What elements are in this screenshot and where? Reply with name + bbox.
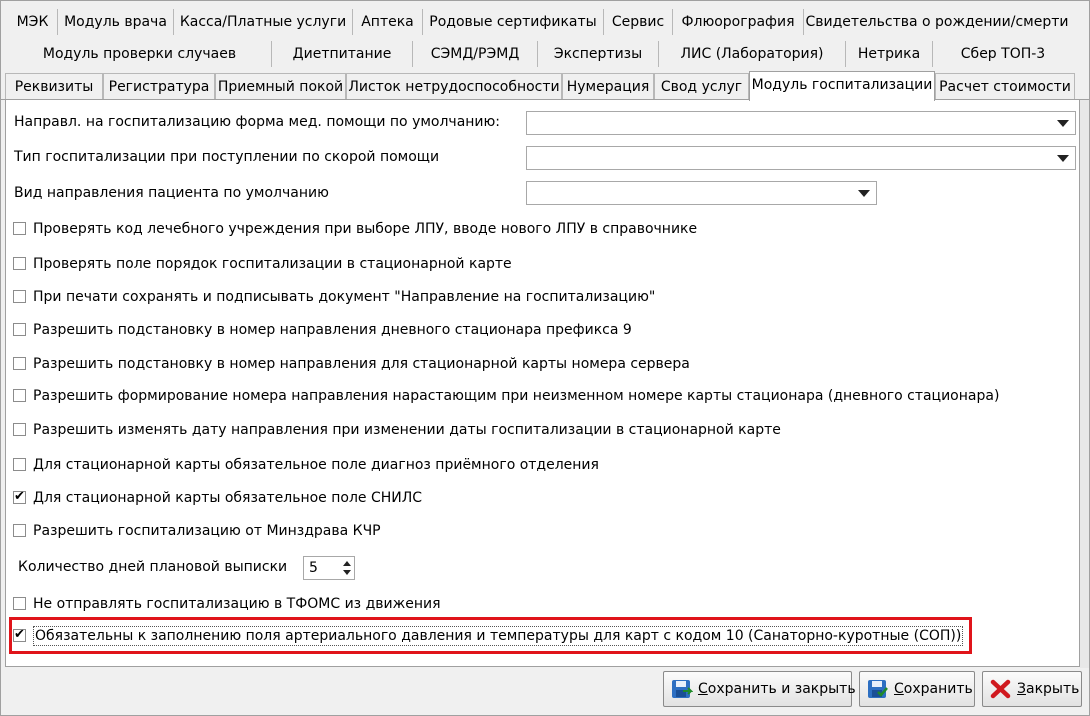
- option-checkbox-label: Для стационарной карты обязательное поле…: [33, 490, 423, 506]
- combo-label-referral-kind: Вид направления пациента по умолчанию: [14, 185, 329, 201]
- planned-days-spinner[interactable]: 5: [303, 556, 355, 580]
- tab-requisites[interactable]: Реквизиты: [5, 73, 103, 100]
- tab-birth-death-certificates[interactable]: Свидетельства о рождении/смерти: [804, 9, 1070, 35]
- option-checkbox[interactable]: [13, 524, 26, 537]
- option-checkbox[interactable]: [13, 423, 26, 436]
- hospitalization-type-select[interactable]: [526, 146, 1076, 170]
- chevron-down-icon[interactable]: [1057, 120, 1069, 127]
- referral-kind-select[interactable]: [526, 181, 877, 205]
- save-and-close-label: Сохранить и закрыть: [698, 681, 856, 697]
- tab-case-check[interactable]: Модуль проверки случаев: [8, 41, 272, 67]
- save-icon: [868, 680, 888, 698]
- tab-expertise[interactable]: Экспертизы: [538, 41, 659, 67]
- tab-lis[interactable]: ЛИС (Лаборатория): [659, 41, 846, 67]
- tab-diet[interactable]: Диетпитание: [272, 41, 413, 67]
- tab-fluorography[interactable]: Флюорография: [673, 9, 804, 35]
- spin-down-icon[interactable]: [343, 570, 351, 575]
- option-checkbox[interactable]: ✔: [13, 489, 26, 504]
- bp-checkbox-label: Обязательны к заполнению поля артериальн…: [33, 626, 964, 646]
- option-checkbox-label: Разрешить подстановку в номер направлени…: [33, 356, 690, 372]
- option-checkbox[interactable]: [13, 357, 26, 370]
- combo-label-referral-form: Направл. на госпитализацию форма мед. по…: [14, 114, 501, 130]
- option-checkbox[interactable]: [13, 257, 26, 270]
- tab-birth-certificates[interactable]: Родовые сертификаты: [423, 9, 604, 35]
- tab-doctor-module[interactable]: Модуль врача: [58, 9, 174, 35]
- option-checkbox-label: Проверять поле порядок госпитализации в …: [33, 256, 512, 272]
- save-and-close-button[interactable]: Сохранить и закрыть: [663, 671, 856, 707]
- tab-sick-leave[interactable]: Листок нетрудоспособности: [346, 73, 562, 100]
- option-checkbox[interactable]: [13, 323, 26, 336]
- close-icon: [990, 679, 1011, 699]
- option-checkbox-label: Разрешить подстановку в номер направлени…: [33, 322, 632, 338]
- bp-checkbox[interactable]: ✔: [13, 627, 26, 642]
- check-mark-icon: ✔: [14, 627, 25, 642]
- option-checkbox[interactable]: [13, 290, 26, 303]
- save-label: Сохранить: [894, 681, 973, 697]
- chevron-down-icon[interactable]: [858, 190, 870, 197]
- tab-cashier[interactable]: Касса/Платные услуги: [174, 9, 353, 35]
- tab-cost-calculation[interactable]: Расчет стоимости: [935, 73, 1075, 100]
- option-checkbox[interactable]: [13, 389, 26, 402]
- tab-sber-top3[interactable]: Сбер ТОП-3: [933, 41, 1073, 67]
- tfoms-checkbox[interactable]: [13, 597, 26, 610]
- option-checkbox-label: Для стационарной карты обязательное поле…: [33, 457, 599, 473]
- option-checkbox-label: Разрешить формирование номера направлени…: [33, 388, 1000, 404]
- save-button[interactable]: Сохранить: [859, 671, 975, 707]
- tfoms-checkbox-label: Не отправлять госпитализацию в ТФОМС из …: [33, 596, 441, 612]
- close-label: Закрыть: [1017, 681, 1080, 697]
- tab-netrika[interactable]: Нетрика: [846, 41, 933, 67]
- option-checkbox-label: При печати сохранять и подписывать докум…: [33, 289, 656, 305]
- option-checkbox-label: Разрешить госпитализацию от Минздрава КЧ…: [33, 523, 381, 539]
- save-close-icon: [672, 680, 693, 698]
- tab-reception[interactable]: Приемный покой: [215, 73, 346, 100]
- option-checkbox[interactable]: [13, 458, 26, 471]
- planned-days-label: Количество дней плановой выписки: [18, 559, 288, 575]
- check-mark-icon: ✔: [14, 489, 25, 504]
- panel-right-edge: [1080, 100, 1089, 668]
- tab-pharmacy[interactable]: Аптека: [353, 9, 423, 35]
- tab-numbering[interactable]: Нумерация: [562, 73, 654, 100]
- planned-days-value[interactable]: 5: [309, 559, 318, 577]
- tab-registry[interactable]: Регистратура: [103, 73, 215, 100]
- referral-form-select[interactable]: [526, 111, 1076, 135]
- tab-semd[interactable]: СЭМД/РЭМД: [413, 41, 538, 67]
- tab-service[interactable]: Сервис: [604, 9, 673, 35]
- option-checkbox-label: Проверять код лечебного учреждения при в…: [33, 221, 698, 237]
- chevron-down-icon[interactable]: [1057, 155, 1069, 162]
- option-checkbox-label: Разрешить изменять дату направления при …: [33, 422, 781, 438]
- spin-up-icon[interactable]: [343, 561, 351, 566]
- option-checkbox[interactable]: [13, 222, 26, 235]
- close-button[interactable]: Закрыть: [982, 671, 1082, 707]
- combo-label-hospitalization-type: Тип госпитализации при поступлении по ск…: [14, 149, 440, 165]
- tab-mek[interactable]: МЭК: [8, 9, 58, 35]
- tab-hospitalization-module[interactable]: Модуль госпитализации: [749, 71, 935, 101]
- tab-services-summary[interactable]: Свод услуг: [654, 73, 749, 100]
